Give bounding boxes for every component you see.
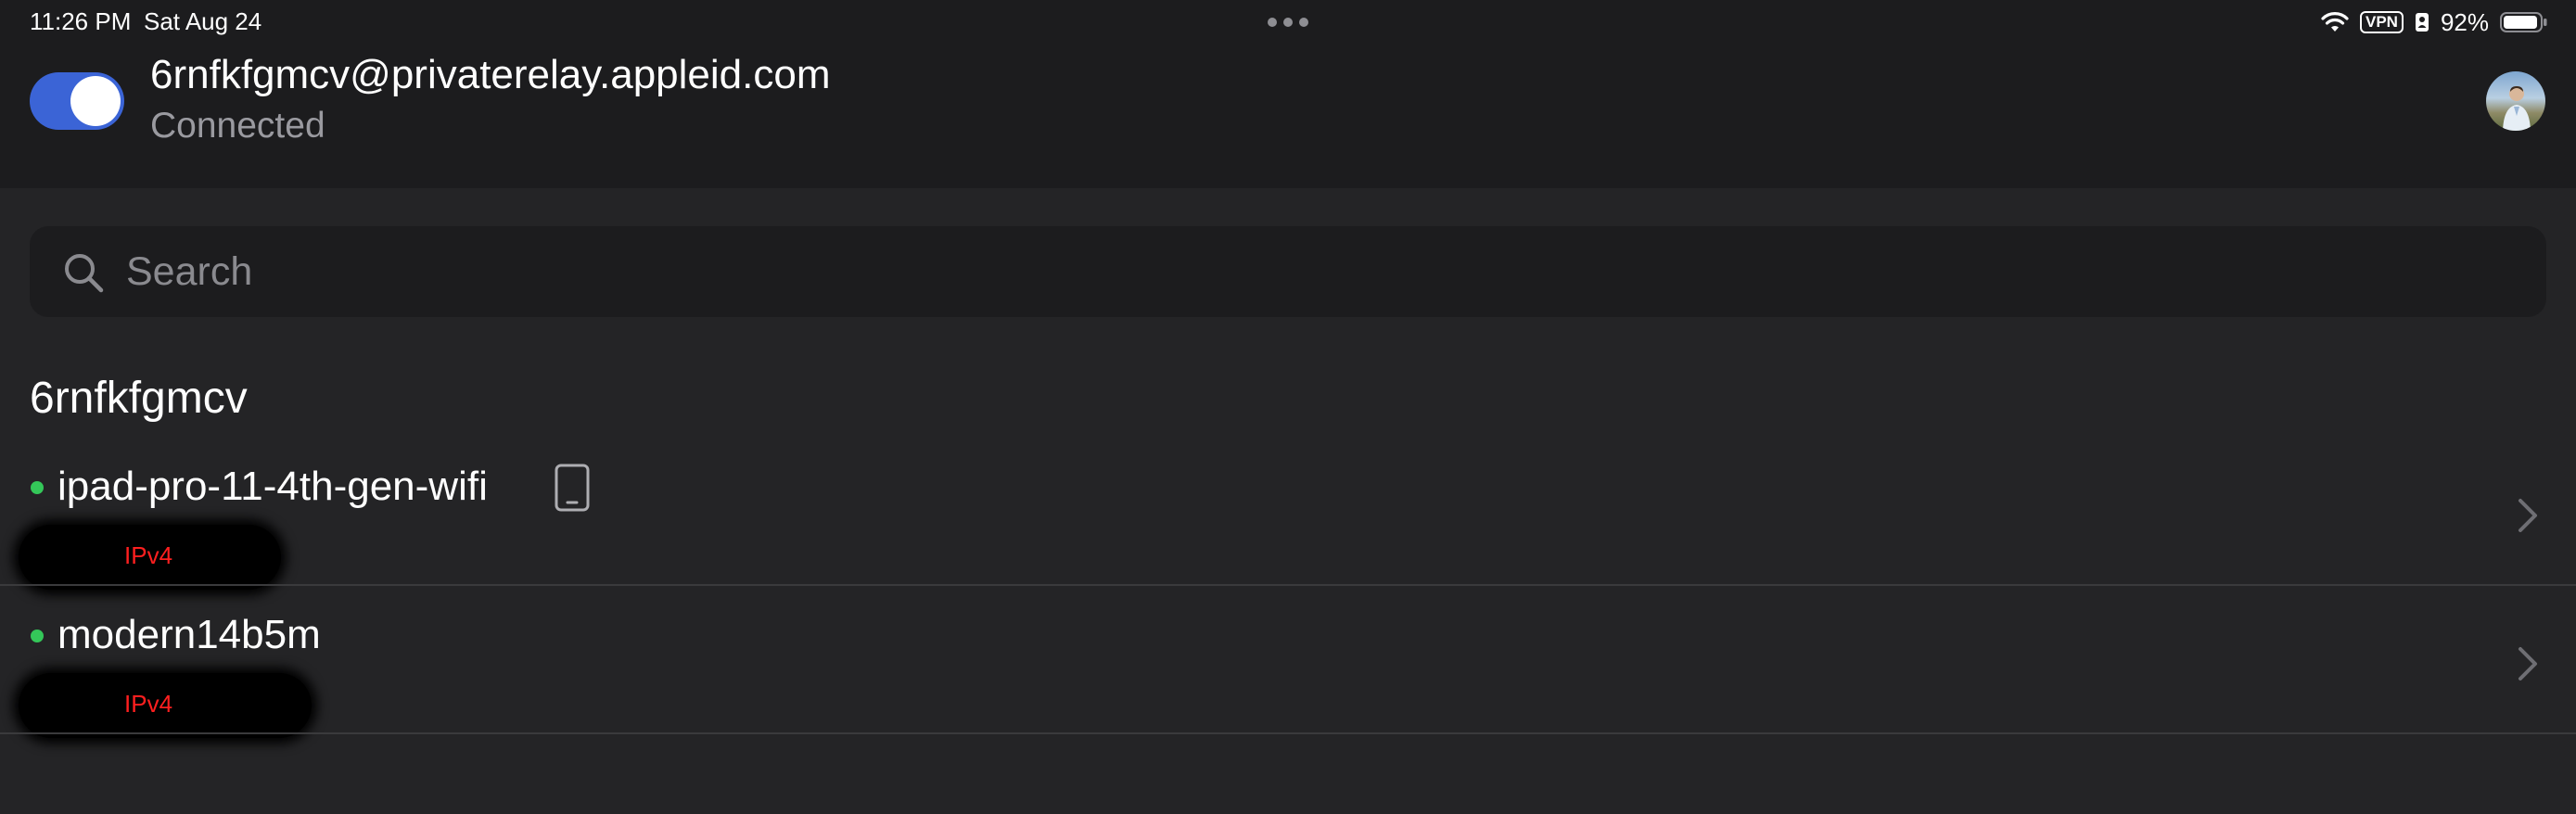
- row-divider: [0, 732, 2576, 734]
- connection-status: Connected: [150, 106, 325, 146]
- search-input[interactable]: [126, 226, 2519, 317]
- online-status-dot: [31, 481, 44, 494]
- person-badge-icon: [2415, 13, 2429, 32]
- wifi-icon: [2321, 12, 2349, 32]
- multitasking-dots-icon[interactable]: [1267, 17, 1309, 28]
- avatar[interactable]: [2486, 71, 2545, 131]
- device-name: modern14b5m: [57, 612, 321, 657]
- profile-photo: [2503, 86, 2531, 131]
- ip-version-label: IPv4: [124, 690, 173, 718]
- search-bar[interactable]: [30, 226, 2546, 317]
- account-email: 6rnfkfgmcv@privaterelay.appleid.com: [150, 52, 831, 97]
- status-time: 11:26 PM: [30, 7, 132, 35]
- vpn-toggle[interactable]: [30, 72, 124, 130]
- search-icon: [65, 254, 104, 293]
- status-indicators: VPN 92%: [2321, 6, 2548, 39]
- header: 11:26 PM Sat Aug 24 VPN 92% 6rnfkfgmcv@p…: [0, 0, 2576, 188]
- battery-percentage: 92%: [2440, 7, 2489, 36]
- chevron-right-icon: [2519, 647, 2537, 680]
- row-divider: [0, 584, 2576, 586]
- section-title: 6rnfkfgmcv: [30, 374, 248, 423]
- battery-icon: [2500, 12, 2547, 32]
- device-row[interactable]: ipad-pro-11-4th-gen-wifi IPv4: [0, 439, 2576, 590]
- device-name: ipad-pro-11-4th-gen-wifi: [57, 464, 488, 509]
- ip-version-label: IPv4: [124, 541, 173, 569]
- online-status-dot: [31, 630, 44, 642]
- toggle-knob: [70, 76, 121, 126]
- chevron-right-icon: [2519, 499, 2537, 532]
- tablet-icon: [555, 464, 590, 512]
- status-date: Sat Aug 24: [144, 7, 262, 35]
- vpn-icon: VPN: [2359, 11, 2404, 33]
- device-row[interactable]: modern14b5m IPv4: [0, 588, 2576, 738]
